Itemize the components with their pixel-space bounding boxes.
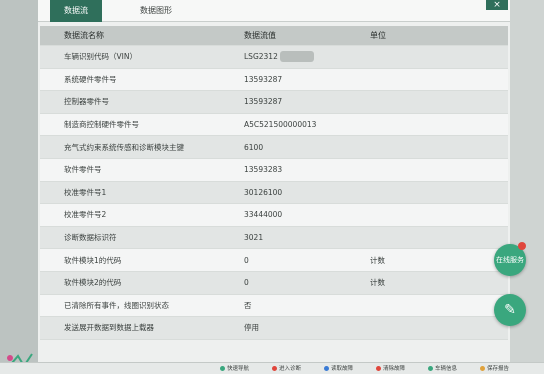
row-value-text: 6100 bbox=[244, 142, 264, 152]
table-row[interactable]: 软件模块1的代码 0 计数 bbox=[40, 249, 508, 272]
row-value-text: 33444000 bbox=[244, 210, 283, 220]
row-value: 13593287 bbox=[244, 91, 364, 113]
row-unit: 计数 bbox=[370, 255, 385, 265]
row-value-text: LSG2312 bbox=[244, 52, 278, 62]
edit-icon: ✎ bbox=[504, 302, 516, 318]
data-stream-table: 数据流名称 数据流值 单位 车辆识别代码（VIN） LSG2312 系统硬件零件号 1… bbox=[40, 26, 508, 340]
row-value: 停用 bbox=[244, 317, 364, 339]
row-value: 0 bbox=[244, 249, 364, 271]
row-value: 30126100 bbox=[244, 182, 364, 204]
row-value: 13593283 bbox=[244, 159, 364, 181]
taskbar-item[interactable]: 进入诊断 bbox=[279, 364, 301, 372]
chat-icon: 在线服务 bbox=[496, 256, 524, 264]
taskbar-item[interactable]: 快速导航 bbox=[227, 364, 249, 372]
taskbar-item[interactable]: 读取故障 bbox=[331, 364, 353, 372]
table-row[interactable]: 校准零件号2 33444000 bbox=[40, 204, 508, 227]
taskbar-item-icon bbox=[220, 366, 225, 371]
row-name: 已清除所有事件，线圈识别状态 bbox=[64, 300, 169, 310]
taskbar-item[interactable]: 保存报告 bbox=[487, 364, 509, 372]
taskbar-item-icon bbox=[428, 366, 433, 371]
taskbar-item[interactable]: 车辆信息 bbox=[435, 364, 457, 372]
table-row[interactable]: 车辆识别代码（VIN） LSG2312 bbox=[40, 46, 508, 69]
notification-dot bbox=[518, 242, 526, 250]
row-unit bbox=[370, 295, 430, 317]
close-button[interactable]: × bbox=[486, 0, 508, 10]
diagnostic-window: 数据流 数据图形 × 数据流名称 数据流值 单位 车辆识别代码（VIN） LSG2… bbox=[38, 0, 510, 374]
row-unit bbox=[370, 227, 430, 249]
header-name: 数据流名称 bbox=[64, 31, 104, 40]
row-unit: 计数 bbox=[370, 278, 385, 288]
row-unit bbox=[370, 69, 430, 91]
row-value-text: 否 bbox=[244, 300, 252, 310]
row-name: 充气式约束系统传感和诊断模块主键 bbox=[64, 142, 184, 152]
row-name: 诊断数据标识符 bbox=[64, 233, 117, 243]
table-row[interactable]: 已清除所有事件，线圈识别状态 否 bbox=[40, 294, 508, 318]
table-row[interactable]: 诊断数据标识符 3021 bbox=[40, 226, 508, 250]
tab-data-graph[interactable]: 数据图形 bbox=[126, 0, 186, 22]
table-row[interactable]: 系统硬件零件号 13593287 bbox=[40, 68, 508, 92]
tab-data-stream[interactable]: 数据流 bbox=[50, 0, 102, 22]
table-row[interactable]: 软件模块2的代码 0 计数 bbox=[40, 271, 508, 295]
row-value-text: 13593283 bbox=[244, 165, 283, 175]
row-unit bbox=[370, 91, 430, 113]
table-row[interactable]: 发送展开数据到数据上载器 停用 bbox=[40, 317, 508, 340]
taskbar-item-icon bbox=[376, 366, 381, 371]
row-value-text: 3021 bbox=[244, 233, 264, 243]
taskbar-item-icon bbox=[272, 366, 277, 371]
row-name: 校准零件号2 bbox=[64, 210, 107, 220]
row-name: 发送展开数据到数据上载器 bbox=[64, 323, 154, 333]
row-value-text: 13593287 bbox=[244, 97, 283, 107]
taskbar-item-icon bbox=[480, 366, 485, 371]
header-value: 数据流值 bbox=[244, 31, 276, 40]
row-value-text: 30126100 bbox=[244, 187, 283, 197]
row-name: 软件零件号 bbox=[64, 165, 102, 175]
table-row[interactable]: 校准零件号1 30126100 bbox=[40, 181, 508, 205]
tab-bar: 数据流 数据图形 × bbox=[38, 0, 510, 22]
row-value-text: 停用 bbox=[244, 323, 259, 333]
row-value-text: 13593287 bbox=[244, 74, 283, 84]
online-service-button[interactable]: 在线服务 bbox=[494, 242, 526, 276]
row-name: 控制器零件号 bbox=[64, 97, 109, 107]
edit-button[interactable]: ✎ bbox=[494, 294, 526, 326]
redacted-vin-mask bbox=[279, 51, 314, 63]
row-name: 软件模块2的代码 bbox=[64, 278, 122, 288]
row-unit bbox=[370, 204, 430, 226]
row-value: 6100 bbox=[244, 136, 364, 158]
row-value: 否 bbox=[244, 295, 364, 317]
row-value: LSG2312 bbox=[244, 46, 364, 68]
row-name: 软件模块1的代码 bbox=[64, 255, 122, 265]
row-unit bbox=[370, 317, 430, 339]
header-unit: 单位 bbox=[370, 31, 386, 40]
table-header: 数据流名称 数据流值 单位 bbox=[40, 26, 508, 46]
row-value-text: 0 bbox=[244, 278, 249, 288]
table-row[interactable]: 控制器零件号 13593287 bbox=[40, 91, 508, 114]
row-unit bbox=[370, 136, 430, 158]
monitor-bezel bbox=[0, 0, 40, 374]
row-value: A5C521500000013 bbox=[244, 114, 364, 136]
taskbar-item-icon bbox=[324, 366, 329, 371]
table-row[interactable]: 制造商控制硬件零件号 A5C521500000013 bbox=[40, 113, 508, 137]
row-value-text: A5C521500000013 bbox=[244, 120, 317, 130]
table-row[interactable]: 充气式约束系统传感和诊断模块主键 6100 bbox=[40, 136, 508, 159]
row-value: 0 bbox=[244, 272, 364, 294]
row-unit bbox=[370, 159, 430, 181]
row-value: 33444000 bbox=[244, 204, 364, 226]
table-row[interactable]: 软件零件号 13593283 bbox=[40, 158, 508, 182]
row-value: 3021 bbox=[244, 227, 364, 249]
row-value: 13593287 bbox=[244, 69, 364, 91]
taskbar: 快速导航 进入诊断 读取故障 清除故障 车辆信息 保存报告 bbox=[0, 362, 544, 374]
row-unit bbox=[370, 46, 430, 68]
row-name: 车辆识别代码（VIN） bbox=[64, 52, 137, 62]
row-value-text: 0 bbox=[244, 255, 249, 265]
row-name: 系统硬件零件号 bbox=[64, 74, 117, 84]
row-unit bbox=[370, 182, 430, 204]
row-unit bbox=[370, 114, 430, 136]
row-name: 校准零件号1 bbox=[64, 187, 107, 197]
row-name: 制造商控制硬件零件号 bbox=[64, 120, 139, 130]
taskbar-item[interactable]: 清除故障 bbox=[383, 364, 405, 372]
